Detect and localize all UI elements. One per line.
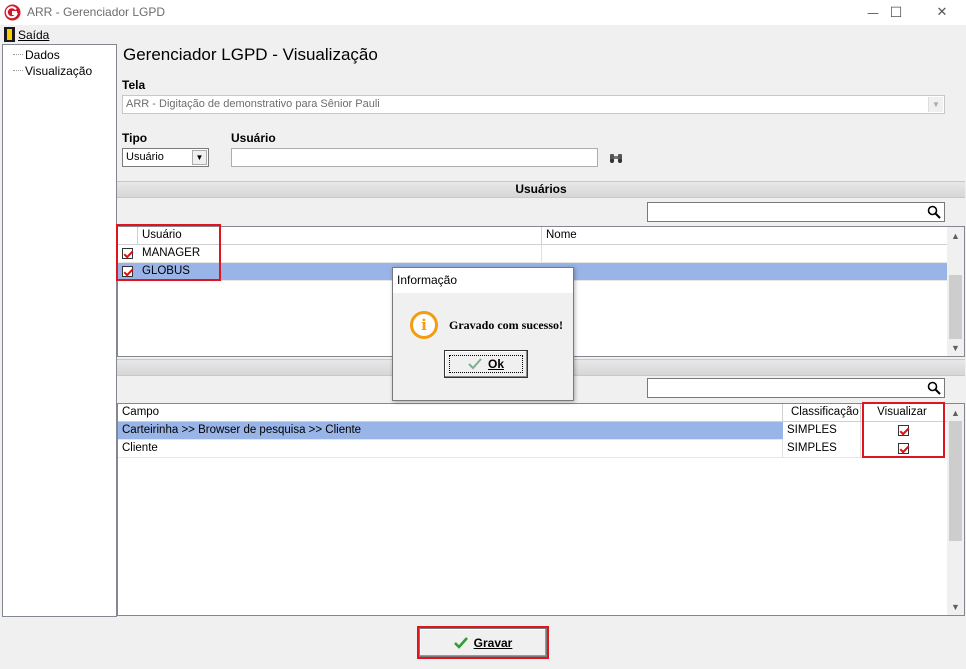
visualizar-cell xyxy=(861,440,944,458)
tipo-label: Tipo xyxy=(122,131,148,145)
scroll-up-icon[interactable]: ▲ xyxy=(947,404,964,421)
campos-scrollbar[interactable]: ▲ ▼ xyxy=(947,404,964,615)
checkbox-column-header xyxy=(118,227,138,245)
search-icon[interactable] xyxy=(927,205,941,219)
scroll-down-icon[interactable]: ▼ xyxy=(947,598,964,615)
campos-search-input[interactable] xyxy=(647,378,945,398)
info-icon: i xyxy=(410,311,438,339)
scroll-up-icon[interactable]: ▲ xyxy=(947,227,964,244)
visualizar-cell xyxy=(861,422,944,440)
nome-cell xyxy=(542,263,948,281)
usuarios-grid-header: Usuário Nome xyxy=(118,227,948,245)
maximize-icon: ☐ xyxy=(889,4,903,21)
row-checkbox[interactable] xyxy=(122,266,133,277)
classificacao-cell: SIMPLES xyxy=(783,440,861,458)
gravar-label: Gravar xyxy=(473,635,513,650)
focus-rect xyxy=(449,355,523,373)
maximize-button[interactable]: ☐ xyxy=(873,0,919,25)
info-dialog: Informação i Gravado com sucesso! Ok xyxy=(392,267,574,401)
classificacao-cell: SIMPLES xyxy=(783,422,861,440)
campo-cell: Cliente xyxy=(118,440,783,458)
column-header-nome[interactable]: Nome xyxy=(542,227,948,245)
table-row[interactable]: Cliente SIMPLES xyxy=(118,440,944,458)
checkmark-icon xyxy=(453,636,468,649)
tree-item-dados[interactable]: Dados xyxy=(25,48,60,62)
navigation-tree: Dados Visualização xyxy=(2,44,117,617)
menu-saida[interactable]: Saída xyxy=(4,26,49,43)
binoculars-icon[interactable] xyxy=(609,152,623,164)
gravar-button[interactable]: Gravar xyxy=(419,628,547,657)
close-button[interactable]: ✕ xyxy=(919,0,965,25)
chevron-down-icon[interactable]: ▼ xyxy=(192,150,207,165)
ok-button[interactable]: Ok xyxy=(444,350,528,378)
dialog-message: Gravado com sucesso! xyxy=(449,318,563,332)
table-row[interactable]: MANAGER xyxy=(118,245,948,263)
tela-select[interactable]: ARR - Digitação de demonstrativo para Sê… xyxy=(122,95,945,114)
menu-bar: Saída xyxy=(0,25,966,44)
usuarios-search-input[interactable] xyxy=(647,202,945,222)
dialog-body: i Gravado com sucesso! Ok xyxy=(393,293,573,400)
campo-cell: Carteirinha >> Browser de pesquisa >> Cl… xyxy=(122,424,362,436)
app-logo-icon xyxy=(4,4,21,21)
visualizar-checkbox[interactable] xyxy=(898,443,909,454)
column-header-classificacao[interactable]: Classificação xyxy=(783,404,861,422)
tree-connector xyxy=(13,70,23,71)
tree-item-visualizacao[interactable]: Visualização xyxy=(25,64,92,78)
usuarios-scrollbar[interactable]: ▲ ▼ xyxy=(947,227,964,356)
visualizar-checkbox[interactable] xyxy=(898,425,909,436)
column-header-visualizar[interactable]: Visualizar xyxy=(861,404,944,422)
usuarios-section-header: Usuários xyxy=(117,181,965,198)
usuario-label: Usuário xyxy=(231,131,276,145)
scroll-thumb[interactable] xyxy=(949,421,962,541)
scroll-thumb[interactable] xyxy=(949,275,962,339)
tela-label: Tela xyxy=(122,78,146,92)
menu-saida-label: Saída xyxy=(18,27,50,42)
chevron-down-icon[interactable]: ▼ xyxy=(928,97,943,112)
search-icon[interactable] xyxy=(927,381,941,395)
tipo-select[interactable]: Usuário ▼ xyxy=(122,148,209,167)
window-title: ARR - Gerenciador LGPD xyxy=(27,5,166,19)
title-bar: ARR - Gerenciador LGPD — ☐ ✕ xyxy=(0,0,966,25)
close-icon: ✕ xyxy=(936,5,948,20)
usuario-cell: MANAGER xyxy=(138,245,542,263)
campos-grid: Campo Classificação Visualizar Carteirin… xyxy=(117,403,965,616)
page-title: Gerenciador LGPD - Visualização xyxy=(123,45,378,64)
campos-grid-header: Campo Classificação Visualizar xyxy=(118,404,948,422)
nome-cell xyxy=(542,245,948,263)
dialog-title: Informação xyxy=(393,268,573,293)
exit-door-icon xyxy=(4,27,15,42)
table-row[interactable]: Carteirinha >> Browser de pesquisa >> Cl… xyxy=(118,422,944,440)
tela-value: ARR - Digitação de demonstrativo para Sê… xyxy=(126,98,380,110)
row-checkbox[interactable] xyxy=(122,248,133,259)
usuario-input[interactable] xyxy=(231,148,598,167)
scroll-down-icon[interactable]: ▼ xyxy=(947,339,964,356)
tipo-value: Usuário xyxy=(126,151,164,163)
column-header-campo[interactable]: Campo xyxy=(118,404,783,422)
column-header-usuario[interactable]: Usuário xyxy=(138,227,542,245)
tree-connector xyxy=(13,54,23,55)
